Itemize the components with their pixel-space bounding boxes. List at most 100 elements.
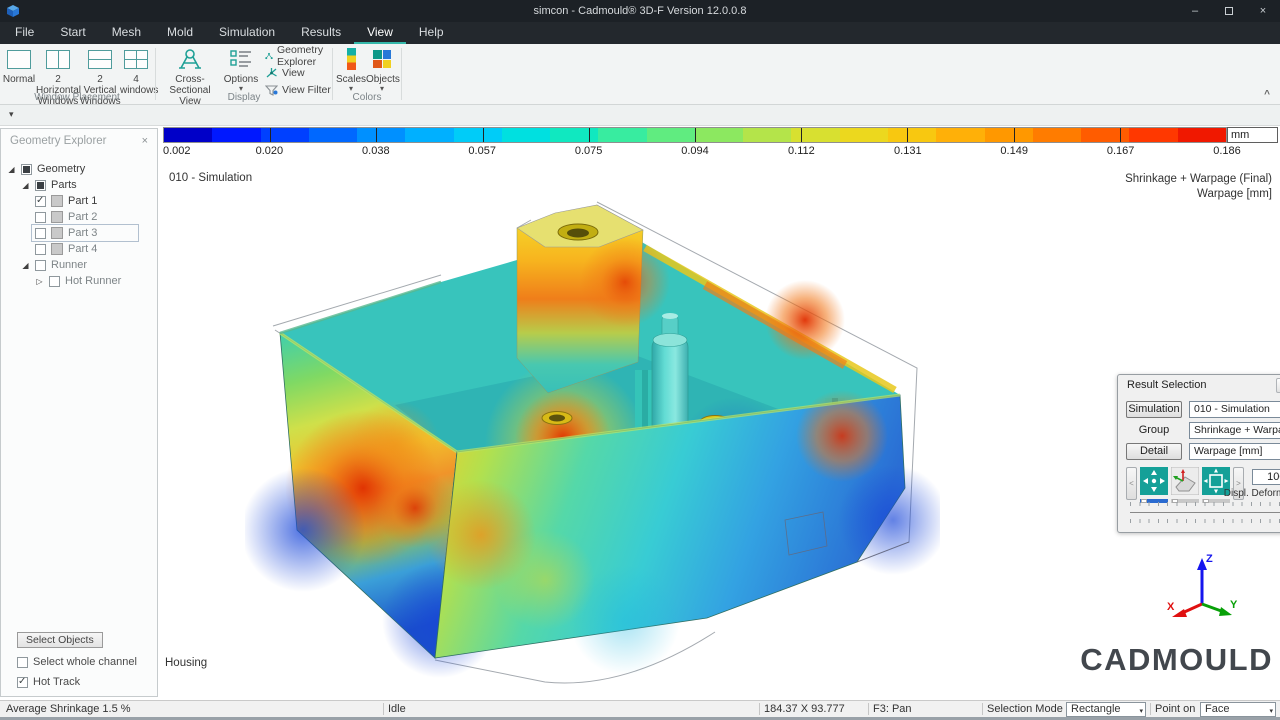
close-button[interactable]: × xyxy=(1246,0,1280,22)
colormap-cell xyxy=(1129,128,1177,142)
select-whole-channel-row[interactable]: Select whole channel xyxy=(17,656,157,668)
scale-tick-label: 0.131 xyxy=(894,145,922,157)
result-group-label: Shrinkage + Warpage (Final) xyxy=(1125,172,1272,187)
selection-mode-combobox[interactable]: Rectangle ▾ xyxy=(1066,702,1146,717)
model-viewport[interactable]: mm 0.0020.0200.0380.0570.0750.0940.1120.… xyxy=(159,126,1280,700)
deformation-slider[interactable] xyxy=(1130,512,1280,513)
tree-item-hot-runner[interactable]: ▷Hot Runner xyxy=(35,273,157,289)
thumbnail-prev-button[interactable]: < xyxy=(1126,467,1137,500)
tree-checkbox[interactable] xyxy=(35,212,46,223)
expander-icon[interactable]: ◢ xyxy=(7,165,16,174)
scale-tick-label: 0.020 xyxy=(256,145,284,157)
maximize-icon xyxy=(1225,7,1233,15)
ribbon-separator xyxy=(155,48,156,100)
view-icon xyxy=(265,67,278,79)
menu-simulation[interactable]: Simulation xyxy=(206,22,288,44)
maximize-button[interactable] xyxy=(1212,0,1246,22)
tree-checkbox[interactable] xyxy=(35,196,46,207)
axis-y-label: Y xyxy=(1230,599,1238,611)
result-labels: Shrinkage + Warpage (Final) Warpage [mm] xyxy=(1125,172,1272,202)
tree-checkbox[interactable] xyxy=(35,244,46,255)
group-combobox[interactable]: Shrinkage + Warpage (Final) ▾ xyxy=(1189,422,1280,439)
tree-item-part-3[interactable]: Part 3 xyxy=(35,225,157,241)
tree-checkbox[interactable] xyxy=(35,180,46,191)
colormap-cell xyxy=(261,128,309,142)
select-whole-channel-checkbox[interactable] xyxy=(17,657,28,668)
result-thumbnail-scaled-deformation[interactable] xyxy=(1202,467,1230,505)
hot-track-row[interactable]: Hot Track xyxy=(17,676,157,688)
objects-button[interactable]: Objects ▾ xyxy=(366,46,398,93)
menu-view[interactable]: View xyxy=(354,22,406,44)
deformation-value-input[interactable]: 100.000 xyxy=(1252,469,1280,485)
cadmould-logo: CADMOULD xyxy=(1080,642,1273,678)
tree-checkbox[interactable] xyxy=(35,228,46,239)
menu-mesh[interactable]: Mesh xyxy=(99,22,154,44)
cursor-coordinates: 184.37 X 93.777 xyxy=(764,702,845,717)
colormap-cell xyxy=(888,128,936,142)
tree-checkbox[interactable] xyxy=(21,164,32,175)
scale-tick-label: 0.075 xyxy=(575,145,603,157)
pan-hint: F3: Pan xyxy=(873,702,912,717)
simulation-combobox[interactable]: 010 - Simulation ▾ xyxy=(1189,401,1280,418)
result-detail-label: Warpage [mm] xyxy=(1125,187,1272,202)
menu-start[interactable]: Start xyxy=(47,22,98,44)
expander-icon[interactable]: ▷ xyxy=(35,277,44,286)
scale-tick-label: 0.167 xyxy=(1107,145,1135,157)
colormap-cell xyxy=(598,128,646,142)
menu-help[interactable]: Help xyxy=(406,22,457,44)
selection-mode-label: Selection Mode xyxy=(987,702,1063,717)
menu-mold[interactable]: Mold xyxy=(154,22,206,44)
tree-item-geometry[interactable]: ◢Geometry xyxy=(7,161,157,177)
panel-menu-dropdown-icon[interactable]: ▾ xyxy=(9,109,14,120)
tree-item-part-2[interactable]: Part 2 xyxy=(35,209,157,225)
scale-tick-label: 0.002 xyxy=(163,145,191,157)
two-vertical-windows-icon xyxy=(88,50,112,69)
simulation-button[interactable]: Simulation xyxy=(1126,401,1182,418)
tree-checkbox[interactable] xyxy=(35,260,46,271)
minimize-button[interactable]: – xyxy=(1178,0,1212,22)
two-horizontal-windows-icon xyxy=(46,50,70,69)
menu-results[interactable]: Results xyxy=(288,22,354,44)
four-windows-button[interactable]: 4 windows xyxy=(120,46,152,96)
objects-icon xyxy=(373,50,391,68)
colormap-cell xyxy=(454,128,502,142)
four-windows-icon xyxy=(124,50,148,69)
view-button[interactable]: View xyxy=(265,65,331,80)
tree-item-runner[interactable]: ◢Runner xyxy=(21,257,157,273)
select-objects-button[interactable]: Select Objects xyxy=(17,632,103,648)
geometry-explorer-panel: Geometry Explorer × ◢Geometry ◢Parts Par… xyxy=(0,128,158,697)
detail-combobox[interactable]: Warpage [mm] ▾ xyxy=(1189,443,1280,460)
menu-file[interactable]: File xyxy=(2,22,47,44)
color-scale-bar xyxy=(163,127,1227,143)
detail-button[interactable]: Detail xyxy=(1126,443,1182,460)
dialog-help-icon[interactable]: ? xyxy=(1276,378,1280,393)
hot-track-checkbox[interactable] xyxy=(17,677,28,688)
result-thumbnail-deformation[interactable] xyxy=(1140,467,1168,505)
geometry-explorer-button[interactable]: Geometry Explorer xyxy=(265,48,331,63)
options-button[interactable]: Options ▾ xyxy=(221,46,261,93)
tree-item-part-4[interactable]: Part 4 xyxy=(35,241,157,257)
colormap-cell xyxy=(936,128,984,142)
scale-tick-label: 0.186 xyxy=(1213,145,1241,157)
scale-tick-mark xyxy=(1014,128,1015,142)
slider-ticks xyxy=(1130,502,1280,506)
point-on-combobox[interactable]: Face ▾ xyxy=(1200,702,1276,717)
scale-tick-label: 0.057 xyxy=(468,145,496,157)
normal-window-button[interactable]: Normal xyxy=(2,46,36,85)
expander-icon[interactable]: ◢ xyxy=(21,181,30,190)
panel-close-icon[interactable]: × xyxy=(142,135,148,147)
tree-item-part-1[interactable]: Part 1 xyxy=(35,193,157,209)
expander-icon[interactable]: ◢ xyxy=(21,261,30,270)
tree-checkbox[interactable] xyxy=(49,276,60,287)
scales-button[interactable]: Scales ▾ xyxy=(336,46,366,93)
colormap-cell xyxy=(164,128,212,142)
result-selection-dialog[interactable]: Result Selection ? × Simulation 010 - Si… xyxy=(1117,374,1280,533)
tree-item-parts[interactable]: ◢Parts xyxy=(21,177,157,193)
colormap-cell xyxy=(840,128,888,142)
scale-tick-mark xyxy=(907,128,908,142)
axes-triad-icon: Z X Y xyxy=(1166,550,1238,622)
result-thumbnail-warpage-axes[interactable] xyxy=(1171,467,1199,505)
menubar: File Start Mesh Mold Simulation Results … xyxy=(0,22,1280,44)
colormap-cell xyxy=(985,128,1033,142)
ribbon-collapse-button[interactable]: ^ xyxy=(1264,89,1270,100)
